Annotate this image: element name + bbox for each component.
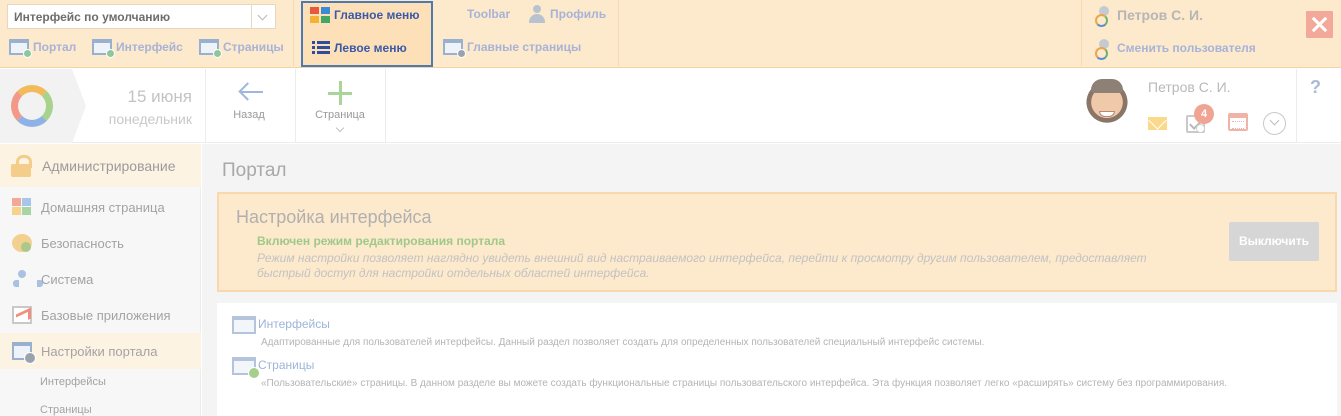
left-menu-label: Левое меню: [334, 41, 407, 55]
portal-settings-icon: [12, 342, 36, 364]
logo-ring-icon: [11, 85, 53, 127]
profile-user-icon: [528, 5, 546, 23]
notice-title: Настройка интерфейса: [236, 207, 432, 227]
arrow-left-icon: [239, 83, 263, 101]
app-header: 15 июня понедельник Назад Страница Петро…: [0, 69, 1341, 143]
page-title: Портал: [222, 160, 287, 181]
plus-icon: [328, 81, 352, 105]
left-menu-button[interactable]: Левое меню: [312, 41, 407, 55]
add-page-button[interactable]: Страница: [296, 69, 384, 143]
tasks-badge: 4: [1194, 104, 1214, 124]
main-menu-button[interactable]: Главное меню: [310, 7, 420, 23]
pages-window-icon: [199, 39, 222, 58]
interface-link[interactable]: Интерфейс: [92, 39, 183, 58]
sidebar-item-label: Домашняя страница: [41, 200, 165, 215]
menu-edit-group: Главное меню Левое меню: [301, 1, 433, 67]
sidebar-subitem-pages[interactable]: Страницы: [40, 404, 92, 416]
date-day: 15 июня: [127, 87, 192, 106]
sidebar-item-label: Безопасность: [41, 236, 124, 251]
notice-status: Включен режим редактирования портала: [257, 234, 506, 248]
add-page-label: Страница: [315, 109, 365, 121]
section-interfaces-link[interactable]: Интерфейсы: [258, 317, 330, 331]
clock-icon: [1196, 124, 1205, 133]
main-menu-icon: [310, 7, 330, 23]
portal-user-icon: [1095, 6, 1113, 27]
sidebar-item-home[interactable]: Домашняя страница: [0, 189, 201, 225]
pages-link-label: Страницы: [223, 40, 284, 54]
left-menu-list-icon: [312, 41, 330, 55]
profile-label: Профиль: [550, 7, 607, 21]
sidebar-admin-label: Администрирование: [42, 158, 176, 174]
interface-window-icon: [92, 39, 115, 58]
toolbar-icon: [441, 8, 463, 20]
profile-button[interactable]: Профиль: [528, 5, 606, 23]
current-user-name: Петров С. И.: [1117, 7, 1203, 23]
main-pages-label: Главные страницы: [467, 40, 582, 54]
toolbar-button[interactable]: Toolbar: [441, 7, 510, 21]
interface-select-value: Интерфейс по умолчанию: [14, 10, 171, 24]
chevron-down-icon: [335, 123, 345, 133]
notice-description: Режим настройки позволяет наглядно увиде…: [257, 251, 1147, 280]
back-button[interactable]: Назад: [206, 69, 294, 143]
section-interfaces-description: Адаптированные для пользователей интерфе…: [261, 337, 985, 348]
portal-link[interactable]: Портал: [9, 39, 77, 58]
sidebar-subitem-interfaces[interactable]: Интерфейсы: [40, 376, 106, 388]
header-user-name[interactable]: Петров С. И.: [1148, 79, 1231, 95]
main-content: Портал Настройка интерфейса Включен режи…: [202, 144, 1341, 416]
main-pages-button[interactable]: Главные страницы: [443, 39, 582, 58]
interfaces-window-icon: [232, 316, 256, 334]
date-weekday: понедельник: [108, 111, 192, 127]
help-icon[interactable]: ?: [1310, 77, 1321, 98]
change-user-button[interactable]: Сменить пользователя: [1095, 39, 1256, 60]
interface-link-label: Интерфейс: [116, 40, 183, 54]
sidebar-item-label: Настройки портала: [41, 344, 158, 359]
portal-window-icon: [9, 39, 32, 58]
sidebar-item-security[interactable]: Безопасность: [0, 225, 201, 261]
current-user: Петров С. И.: [1095, 6, 1203, 27]
home-grid-icon: [12, 198, 32, 216]
close-icon[interactable]: [1306, 11, 1333, 38]
chevron-circle-down-icon[interactable]: [1263, 112, 1286, 135]
section-pages-link[interactable]: Страницы: [258, 358, 314, 372]
logo[interactable]: [0, 69, 86, 143]
back-label: Назад: [233, 109, 265, 121]
system-icon: [12, 270, 43, 288]
sidebar-item-portal-settings[interactable]: Настройки портала: [0, 333, 201, 369]
mail-icon[interactable]: [1148, 117, 1167, 130]
sections-list: Интерфейсы Адаптированные для пользовате…: [217, 303, 1337, 416]
change-user-label: Сменить пользователя: [1117, 41, 1256, 55]
calendar-icon[interactable]: [1228, 113, 1248, 131]
pages-link[interactable]: Страницы: [199, 39, 284, 58]
portal-link-label: Портал: [33, 40, 77, 54]
main-pages-icon: [443, 39, 466, 58]
apps-icon: [12, 306, 32, 324]
main-menu-label: Главное меню: [334, 8, 420, 22]
sidebar-item-base-apps[interactable]: Базовые приложения: [0, 297, 201, 333]
chevron-down-icon[interactable]: [251, 5, 275, 28]
security-icon: [12, 234, 32, 252]
disable-button[interactable]: Выключить: [1229, 222, 1319, 261]
lock-icon: [11, 155, 35, 177]
sidebar-item-system[interactable]: Система: [0, 261, 201, 297]
sidebar-item-label: Базовые приложения: [41, 308, 171, 323]
interface-settings-notice: Настройка интерфейса Включен режим редак…: [217, 192, 1337, 292]
portal-edit-toolbar: Интерфейс по умолчанию Портал Интерфейс …: [0, 0, 1341, 68]
pages-window-icon: [232, 357, 260, 379]
section-pages-description: «Пользовательские» страницы. В данном ра…: [261, 378, 1228, 389]
toolbar-label: Toolbar: [467, 7, 511, 21]
avatar[interactable]: [1083, 77, 1131, 133]
sidebar: Администрирование Домашняя страница Безо…: [0, 144, 201, 416]
change-user-icon: [1095, 39, 1113, 60]
interface-select[interactable]: Интерфейс по умолчанию: [7, 4, 276, 29]
sidebar-item-label: Система: [41, 272, 94, 287]
sidebar-admin-header[interactable]: Администрирование: [0, 144, 201, 187]
